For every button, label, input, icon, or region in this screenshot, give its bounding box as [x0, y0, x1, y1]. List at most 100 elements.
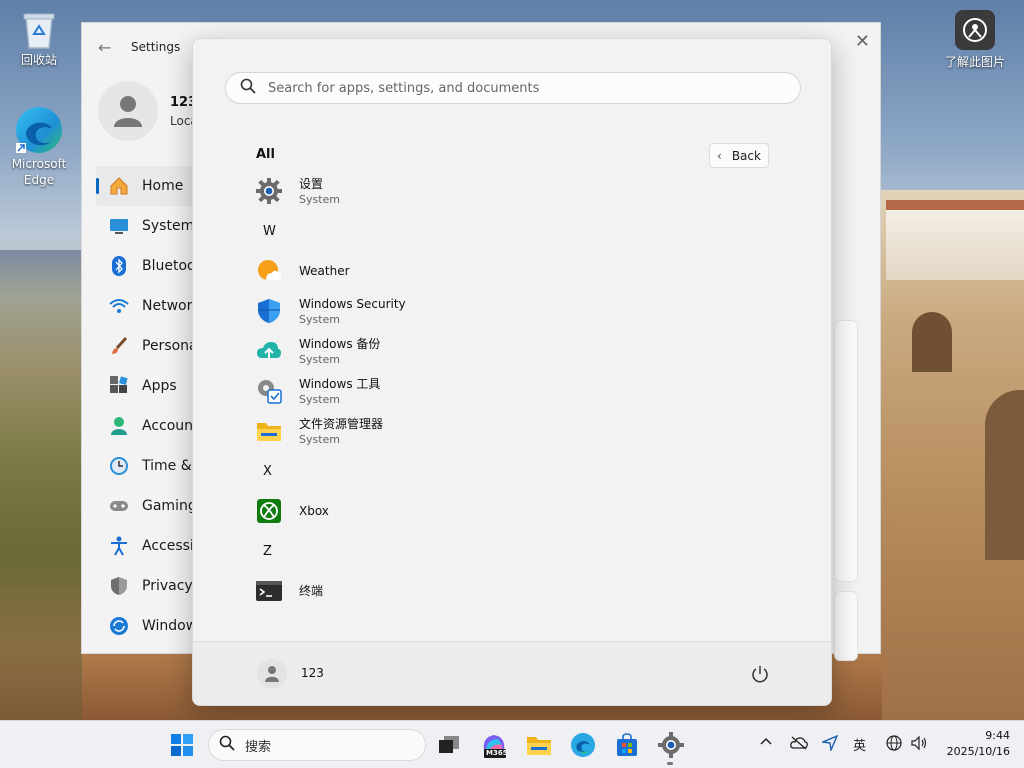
active-app-indicator — [667, 762, 673, 765]
app-name: Xbox — [299, 504, 329, 518]
taskbar: 搜索 M365 英 9:44 2025/10/16 — [0, 720, 1024, 768]
start-footer: 123 — [193, 641, 831, 705]
app-item-windows-backup[interactable]: Windows 备份 System — [255, 331, 655, 371]
start-menu: Search for apps, settings, and documents… — [192, 38, 832, 706]
back-button[interactable]: ‹ Back — [709, 143, 769, 168]
app-name: Windows 工具 — [299, 376, 381, 391]
letter-header-w[interactable]: W — [255, 211, 655, 251]
edge-icon — [13, 104, 65, 156]
file-explorer-button[interactable] — [523, 729, 555, 761]
store-icon — [617, 733, 637, 756]
app-item-weather[interactable]: Weather — [255, 251, 655, 291]
app-name: Windows Security — [299, 296, 406, 311]
search-placeholder: Search for apps, settings, and documents — [268, 80, 540, 96]
app-name: Weather — [299, 264, 350, 278]
power-icon[interactable] — [748, 662, 772, 686]
network-icon — [108, 295, 130, 317]
account-icon — [108, 415, 130, 437]
m365-copilot-button[interactable]: M365 — [478, 729, 510, 761]
nav-item-label: Gaming — [142, 498, 197, 514]
user-name[interactable]: 123 — [301, 666, 324, 680]
nav-item-label: Apps — [142, 378, 177, 394]
clock-date: 2025/10/16 — [946, 745, 1010, 758]
back-arrow-icon[interactable]: ← — [98, 38, 111, 57]
back-button-label: Back — [731, 148, 761, 163]
brush-icon — [108, 335, 130, 357]
task-view-button[interactable] — [433, 729, 465, 761]
content-card — [834, 591, 858, 661]
app-name: 终端 — [299, 584, 324, 598]
desktop-learn-about-picture[interactable]: 了解此图片 — [940, 10, 1010, 70]
start-button[interactable] — [166, 729, 198, 761]
gamepad-icon — [108, 495, 130, 517]
store-button[interactable] — [611, 729, 643, 761]
windows-logo-icon — [171, 734, 193, 756]
app-subtitle: System — [299, 432, 341, 446]
search-icon — [240, 78, 256, 98]
network-globe-icon[interactable] — [886, 735, 902, 755]
onedrive-offline-icon[interactable] — [790, 736, 808, 754]
system-icon — [108, 215, 130, 237]
settings-gear-icon — [658, 732, 684, 758]
window-controls: ✕ — [855, 31, 870, 52]
input-language[interactable]: 英 — [853, 735, 866, 754]
settings-taskbar-button[interactable] — [655, 729, 687, 761]
search-icon — [219, 735, 235, 755]
wallpaper-landscape-left — [0, 250, 82, 720]
app-item-xbox[interactable]: Xbox — [255, 491, 655, 531]
accessibility-icon — [108, 535, 130, 557]
user-avatar[interactable] — [257, 659, 287, 689]
desktop-icon-label: 了解此图片 — [944, 55, 1005, 69]
edge-button[interactable] — [567, 729, 599, 761]
weather-icon — [255, 257, 283, 285]
start-search-input[interactable]: Search for apps, settings, and documents — [225, 72, 801, 104]
nav-item-label: System — [142, 218, 195, 234]
avatar[interactable] — [98, 81, 158, 141]
clock-time: 9:44 — [985, 729, 1010, 742]
desktop-edge[interactable]: Microsoft Edge — [4, 104, 74, 188]
desktop-recycle-bin[interactable]: 回收站 — [4, 8, 74, 68]
desktop-icon-label: 回收站 — [20, 53, 57, 67]
settings-gear-icon — [255, 177, 283, 205]
xbox-icon — [255, 497, 283, 525]
chevron-left-icon: ‹ — [717, 148, 722, 163]
chevron-up-icon[interactable] — [760, 735, 772, 750]
m365-badge: M365 — [486, 749, 508, 757]
folder-icon — [527, 737, 551, 755]
folder-icon — [255, 417, 283, 445]
taskbar-search-input[interactable]: 搜索 — [208, 729, 426, 761]
app-item-settings[interactable]: 设置 System — [255, 171, 655, 211]
window-title: Settings — [131, 40, 181, 54]
update-icon — [108, 615, 130, 637]
volume-icon[interactable] — [910, 735, 928, 755]
camera-info-icon — [955, 10, 995, 50]
all-apps-heading: All — [256, 147, 275, 162]
app-item-terminal[interactable]: 终端 — [255, 571, 655, 611]
tools-icon — [255, 377, 283, 405]
edge-icon — [571, 733, 595, 757]
letter-header-z[interactable]: Z — [255, 531, 655, 571]
content-card — [834, 320, 858, 582]
app-name: Windows 备份 — [299, 336, 381, 351]
app-name: 文件资源管理器 — [299, 416, 384, 431]
letter-header-x[interactable]: X — [255, 451, 655, 491]
recycle-bin-icon — [17, 8, 61, 52]
apps-icon — [108, 375, 130, 397]
nav-item-label: Home — [142, 178, 184, 194]
taskbar-clock[interactable]: 9:44 2025/10/16 — [938, 728, 1010, 760]
app-item-windows-tools[interactable]: Windows 工具 System — [255, 371, 655, 411]
app-subtitle: System — [299, 352, 341, 366]
nav-item-label: Window — [142, 618, 198, 634]
app-item-file-explorer[interactable]: 文件资源管理器 System — [255, 411, 655, 451]
location-icon[interactable] — [820, 734, 839, 755]
wallpaper-houses — [886, 200, 1024, 280]
home-icon — [108, 175, 130, 197]
task-view-icon — [439, 736, 459, 753]
app-list: 设置 System W Weather Windows Security Sys… — [255, 171, 655, 611]
app-subtitle: System — [299, 192, 341, 206]
wallpaper-window-arch — [912, 312, 952, 372]
security-shield-icon — [255, 297, 283, 325]
close-icon[interactable]: ✕ — [855, 31, 870, 52]
app-item-windows-security[interactable]: Windows Security System — [255, 291, 655, 331]
app-subtitle: System — [299, 312, 341, 326]
